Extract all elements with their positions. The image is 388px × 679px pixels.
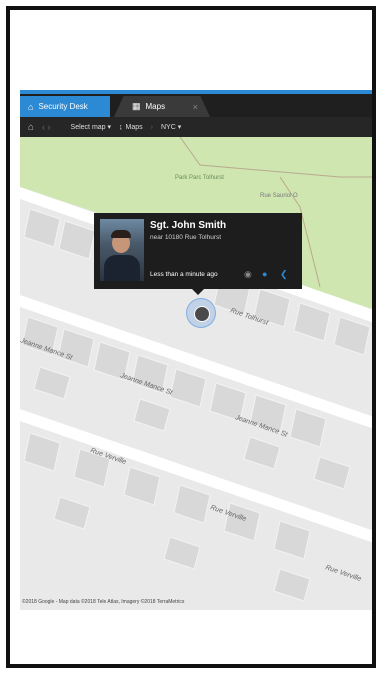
officer-location: near 10180 Rue Tolhurst <box>150 234 222 241</box>
select-map-dropdown[interactable]: Select map ▾ <box>71 123 111 131</box>
tab-security-desk[interactable]: ⌂ Security Desk <box>20 96 110 117</box>
tab-maps[interactable]: ▦ Maps × <box>114 96 210 117</box>
officer-photo <box>100 219 144 281</box>
share-icon[interactable]: ❮ <box>280 269 288 280</box>
officer-info-popup[interactable]: Sgt. John Smith near 10180 Rue Tolhurst … <box>94 213 302 295</box>
map-icon: ▦ <box>132 101 141 111</box>
street-label: Rue Verville <box>324 564 362 583</box>
officer-name: Sgt. John Smith <box>150 220 227 231</box>
park-label: Park Parc Tolhurst <box>175 175 224 181</box>
home-button-icon[interactable]: ⌂ <box>28 122 34 133</box>
back-forward-icon[interactable]: ‹ › <box>42 122 51 132</box>
device-frame: ⌂ Security Desk ▦ Maps × ⌂ ‹ › Select ma… <box>6 6 376 668</box>
avatar <box>194 306 210 322</box>
current-map-dropdown[interactable]: NYC ▾ <box>161 123 181 131</box>
chat-icon[interactable]: ● <box>262 269 267 279</box>
camera-icon[interactable]: ◉ <box>244 269 252 280</box>
street-label: Rue Sauriol O <box>260 193 298 199</box>
officer-location-marker[interactable] <box>186 298 216 328</box>
last-update-time: Less than a minute ago <box>150 271 218 278</box>
close-icon[interactable]: × <box>193 102 198 112</box>
home-icon: ⌂ <box>28 101 34 112</box>
maps-button[interactable]: ↨ Maps <box>119 124 143 131</box>
maps-icon: ↨ <box>119 123 123 131</box>
map-canvas: Park Parc Tolhurst Rue Sauriol O Rue Tol… <box>20 137 372 602</box>
map-view[interactable]: Park Parc Tolhurst Rue Sauriol O Rue Tol… <box>20 137 372 610</box>
breadcrumb-separator: › <box>150 123 153 131</box>
tab-bar: ⌂ Security Desk ▦ Maps × <box>20 90 372 117</box>
map-attribution: ©2018 Google - Map data ©2018 Tele Atlas… <box>22 599 185 605</box>
security-desk-app: ⌂ Security Desk ▦ Maps × ⌂ ‹ › Select ma… <box>20 90 372 610</box>
maps-label: Maps <box>125 123 143 131</box>
toolbar: ⌂ ‹ › Select map ▾ ↨ Maps › NYC ▾ <box>20 117 372 137</box>
tab-label: Security Desk <box>38 102 88 111</box>
tab-label: Maps <box>145 102 166 111</box>
